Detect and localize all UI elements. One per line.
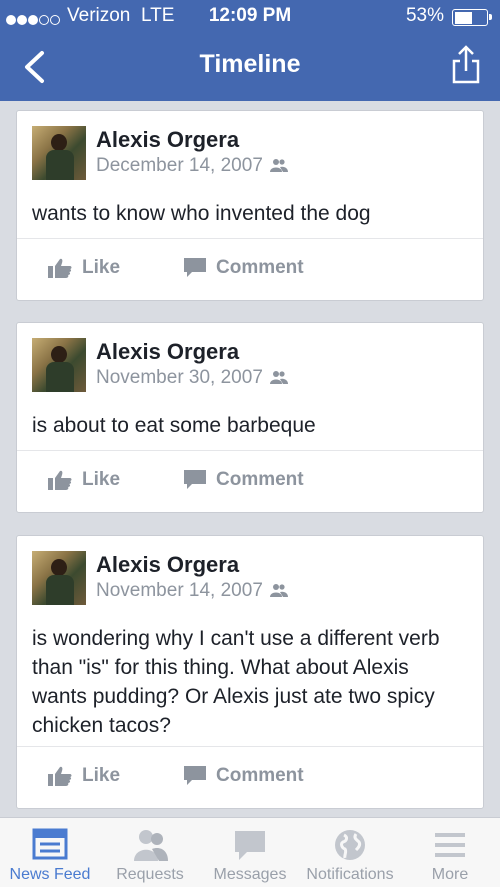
avatar[interactable] [32, 551, 86, 605]
battery-percent: 53% [405, 5, 444, 26]
comment-button[interactable]: Comment [184, 469, 304, 491]
friends-privacy-icon [269, 584, 288, 597]
tab-label: More [431, 866, 469, 883]
friends-privacy-icon [269, 371, 288, 384]
like-button[interactable]: Like [48, 469, 120, 491]
share-icon[interactable] [452, 44, 480, 84]
friends-icon [134, 830, 168, 861]
tab-messages[interactable]: Messages [200, 818, 300, 887]
tab-bar: News Feed Requests Messages Notification… [0, 817, 500, 887]
friends-privacy-icon [269, 159, 288, 172]
post-actions: Like Comment [17, 450, 483, 512]
news-feed-icon [32, 828, 68, 860]
tab-news-feed[interactable]: News Feed [0, 818, 100, 887]
post-text: is wondering why I can't use a different… [32, 627, 440, 737]
tab-notifications[interactable]: Notifications [300, 818, 400, 887]
tab-label: News Feed [9, 866, 91, 883]
page-title: Timeline [199, 50, 301, 78]
tab-label: Notifications [306, 866, 394, 883]
messages-icon [235, 831, 265, 860]
comment-button[interactable]: Comment [184, 765, 304, 787]
author-name[interactable]: Alexis Orgera [96, 127, 239, 153]
comment-icon [184, 258, 206, 277]
thumbs-up-icon [48, 470, 72, 490]
post-actions: Like Comment [17, 746, 483, 808]
comment-icon [184, 766, 206, 785]
globe-icon [335, 830, 365, 860]
post-date[interactable]: November 30, 2007 [96, 367, 288, 389]
avatar[interactable] [32, 338, 86, 392]
post-card: Alexis Orgera November 30, 2007 is about… [16, 322, 484, 513]
post-text: is about to eat some barbeque [32, 414, 316, 437]
comment-button[interactable]: Comment [184, 257, 304, 279]
tab-more[interactable]: More [400, 818, 500, 887]
post-date[interactable]: December 14, 2007 [96, 155, 288, 177]
avatar[interactable] [32, 126, 86, 180]
tab-requests[interactable]: Requests [100, 818, 200, 887]
thumbs-up-icon [48, 258, 72, 278]
author-name[interactable]: Alexis Orgera [96, 339, 239, 365]
header: Verizon LTE 12:09 PM 53% Timeline [0, 0, 500, 101]
status-bar: Verizon LTE 12:09 PM 53% [0, 0, 500, 34]
post-card: Alexis Orgera November 14, 2007 is wonde… [16, 535, 484, 809]
post-text: wants to know who invented the dog [32, 202, 371, 225]
comment-icon [184, 470, 206, 489]
like-button[interactable]: Like [48, 257, 120, 279]
tab-label: Requests [116, 866, 184, 883]
tab-label: Messages [213, 866, 287, 883]
thumbs-up-icon [48, 766, 72, 786]
post-actions: Like Comment [17, 238, 483, 300]
post-date[interactable]: November 14, 2007 [96, 580, 288, 602]
like-button[interactable]: Like [48, 765, 120, 787]
author-name[interactable]: Alexis Orgera [96, 552, 239, 578]
menu-icon [435, 833, 465, 857]
post-card: Alexis Orgera December 14, 2007 wants to… [16, 110, 484, 301]
battery-icon [452, 9, 492, 26]
